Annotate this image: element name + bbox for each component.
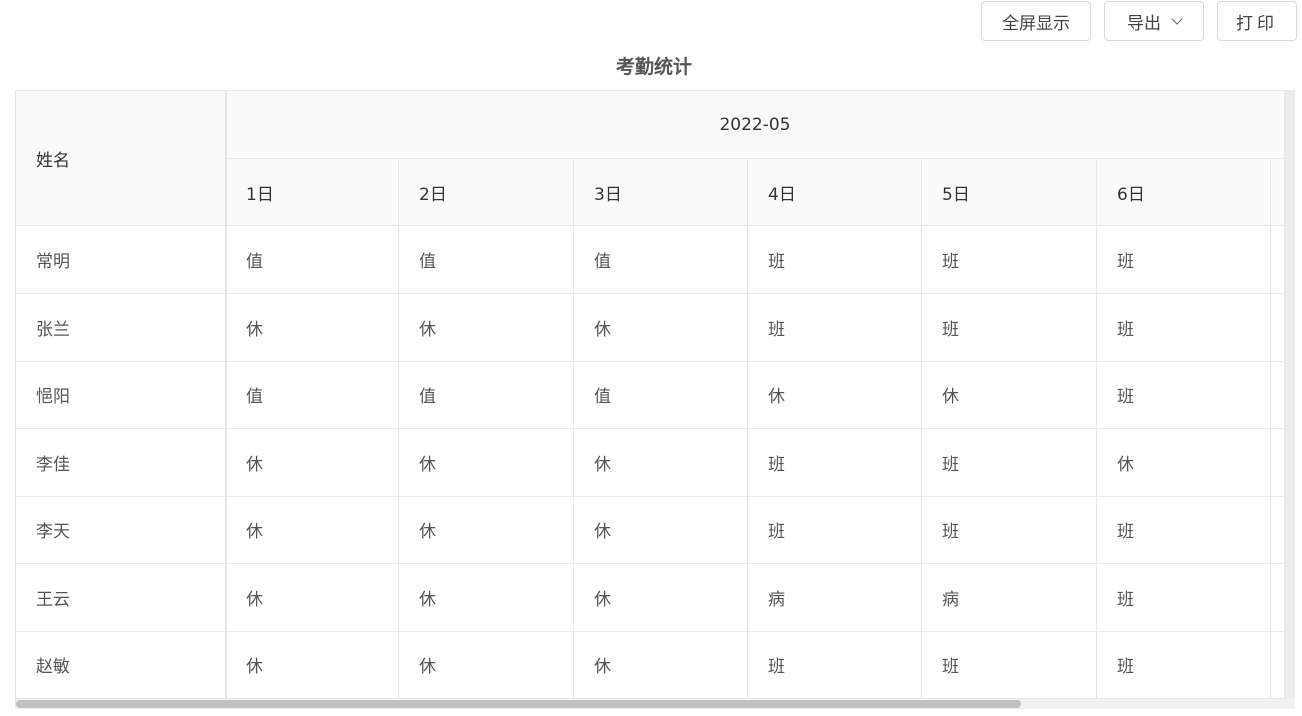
attendance-cell: 班 (922, 226, 1097, 294)
toolbar: 全屏显示 导出 打印 (981, 1, 1297, 41)
attendance-cell: 班 (922, 429, 1097, 497)
attendance-cell: 值 (399, 361, 574, 429)
attendance-cell: 班 (922, 294, 1097, 362)
attendance-table: 姓名 2022-05 1日 2日 3日 4日 5日 6日 常明值值值班班班张兰休休休班班班… (15, 90, 1295, 709)
attendance-cell: 值 (399, 226, 574, 294)
attendance-cell: 班 (748, 496, 922, 564)
attendance-cell: 班 (1097, 496, 1271, 564)
employee-name-cell: 李佳 (16, 429, 226, 497)
horizontal-scrollbar[interactable] (16, 699, 1295, 709)
attendance-cell: 休 (399, 429, 574, 497)
attendance-cell: 休 (1097, 429, 1271, 497)
fullscreen-button[interactable]: 全屏显示 (981, 1, 1091, 41)
attendance-cell: 休 (574, 564, 748, 632)
attendance-cell: 班 (922, 631, 1097, 699)
attendance-cell: 班 (748, 631, 922, 699)
attendance-cell: 休 (399, 564, 574, 632)
attendance-cell: 值 (574, 361, 748, 429)
attendance-cell: 班 (1097, 226, 1271, 294)
day-column-header: 3日 (574, 159, 748, 226)
print-label: 打印 (1236, 13, 1278, 34)
attendance-cell: 班 (748, 294, 922, 362)
employee-name-cell: 悒阳 (16, 361, 226, 429)
attendance-cell: 班 (748, 226, 922, 294)
attendance-cell: 休 (574, 294, 748, 362)
attendance-cell-partial (1271, 564, 1285, 632)
attendance-cell: 休 (226, 496, 399, 564)
attendance-cell: 休 (574, 631, 748, 699)
attendance-cell-partial (1271, 429, 1285, 497)
attendance-cell: 休 (226, 631, 399, 699)
chevron-down-icon (1171, 12, 1183, 25)
attendance-cell: 休 (399, 294, 574, 362)
employee-name-cell: 王云 (16, 564, 226, 632)
page-title: 考勤统计 (615, 56, 692, 78)
day-column-header: 5日 (922, 159, 1097, 226)
attendance-cell: 休 (226, 564, 399, 632)
attendance-cell: 休 (399, 496, 574, 564)
attendance-cell-partial (1271, 631, 1285, 699)
attendance-cell: 休 (922, 361, 1097, 429)
day-column-header: 4日 (748, 159, 922, 226)
horizontal-scrollbar-thumb[interactable] (16, 700, 1021, 708)
attendance-cell-partial (1271, 226, 1285, 294)
employee-name-cell: 李天 (16, 496, 226, 564)
fixed-column-divider (225, 91, 227, 699)
attendance-cell-partial (1271, 496, 1285, 564)
export-dropdown-button[interactable]: 导出 (1104, 1, 1204, 41)
name-column-header: 姓名 (16, 91, 226, 226)
attendance-cell: 病 (922, 564, 1097, 632)
day-column-header: 2日 (399, 159, 574, 226)
attendance-cell-partial (1271, 294, 1285, 362)
day-column-header: 1日 (226, 159, 399, 226)
attendance-cell: 休 (574, 496, 748, 564)
attendance-cell: 值 (226, 226, 399, 294)
attendance-cell: 休 (226, 429, 399, 497)
month-column-header: 2022-05 (226, 91, 1285, 159)
employee-name-cell: 赵敏 (16, 631, 226, 699)
right-overflow-shade (1285, 91, 1295, 699)
day-column-header-partial (1271, 159, 1285, 226)
attendance-cell: 班 (748, 429, 922, 497)
day-column-header: 6日 (1097, 159, 1271, 226)
attendance-cell: 值 (574, 226, 748, 294)
attendance-cell: 值 (226, 361, 399, 429)
attendance-cell: 休 (748, 361, 922, 429)
attendance-cell: 班 (922, 496, 1097, 564)
attendance-cell: 休 (574, 429, 748, 497)
attendance-cell: 休 (226, 294, 399, 362)
export-label: 导出 (1127, 13, 1161, 34)
attendance-cell: 班 (1097, 564, 1271, 632)
attendance-cell: 班 (1097, 294, 1271, 362)
attendance-cell: 休 (399, 631, 574, 699)
employee-name-cell: 常明 (16, 226, 226, 294)
attendance-cell: 班 (1097, 361, 1271, 429)
employee-name-cell: 张兰 (16, 294, 226, 362)
fullscreen-label: 全屏显示 (1002, 13, 1070, 34)
attendance-cell-partial (1271, 361, 1285, 429)
print-button[interactable]: 打印 (1217, 1, 1297, 41)
attendance-cell: 班 (1097, 631, 1271, 699)
attendance-cell: 病 (748, 564, 922, 632)
